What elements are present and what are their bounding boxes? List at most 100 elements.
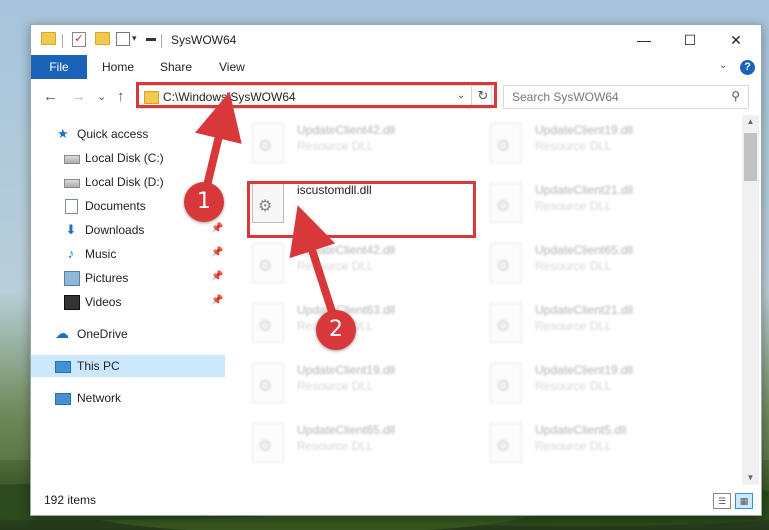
music-icon: ♪ <box>67 246 75 261</box>
file-name: UpdateClient42.dll <box>297 243 396 257</box>
pin-icon[interactable]: 📌 <box>211 223 223 234</box>
disk-icon <box>64 155 80 164</box>
tab-home[interactable]: Home <box>102 55 134 79</box>
dll-file-icon: ⚙ <box>490 123 522 163</box>
sidebar-item-label: This PC <box>77 359 120 373</box>
file-type: Resource DLL <box>297 139 374 153</box>
maximize-button[interactable]: ☐ <box>667 25 713 55</box>
tab-share[interactable]: Share <box>160 55 192 79</box>
divider <box>62 34 63 48</box>
details-view-icon[interactable]: ☰ <box>713 493 731 509</box>
sidebar-item-pictures[interactable]: Pictures 📌 <box>31 267 225 289</box>
file-name: UpdateClient65.dll <box>535 243 634 257</box>
search-box[interactable]: Search SysWOW64 ⚲ <box>503 85 749 109</box>
file-item[interactable]: ⚙ UpdateClient65.dll Resource DLL <box>490 243 720 291</box>
file-item[interactable]: ⚙ UpdateClient42.dll Resource DLL <box>252 123 482 171</box>
file-explorer-window: ✓ ▾ ▬ SysWOW64 — ☐ ✕ File Home Share Vie… <box>30 24 762 516</box>
file-name: UpdateClient21.dll <box>535 183 634 197</box>
file-item[interactable]: ⚙ UpdateClient42.dll Resource DLL <box>252 243 482 291</box>
properties-check-icon[interactable]: ✓ <box>72 32 86 47</box>
back-button[interactable]: ← <box>43 88 58 105</box>
sidebar-item-label: Network <box>77 391 122 405</box>
minimize-button[interactable]: — <box>621 25 667 55</box>
file-list: ⚙ UpdateClient42.dll Resource DLL ⚙ iscu… <box>228 115 742 485</box>
file-item[interactable]: ⚙ UpdateClient19.dll Resource DLL <box>490 123 720 171</box>
search-icon[interactable]: ⚲ <box>731 89 740 103</box>
disk-icon <box>64 179 80 188</box>
up-button[interactable]: ↑ <box>117 88 125 105</box>
quick-access-toolbar-menu-icon[interactable]: ▬ <box>146 33 156 44</box>
sidebar-item-label: Quick access <box>77 127 149 141</box>
sidebar-item-label: OneDrive <box>77 327 128 341</box>
sidebar-item-downloads[interactable]: ⬇ Downloads 📌 <box>31 219 225 241</box>
quick-access-customize-icon[interactable] <box>116 32 130 46</box>
scrollbar-thumb[interactable] <box>744 133 757 181</box>
file-type: Resource DLL <box>297 379 374 393</box>
file-item[interactable]: ⚙ UpdateClient19.dll Resource DLL <box>252 363 482 411</box>
file-item[interactable]: ⚙ UpdateClient5.dll Resource DLL <box>490 423 720 471</box>
sidebar-item-music[interactable]: ♪ Music 📌 <box>31 243 225 265</box>
sidebar-item-network[interactable]: Network <box>31 387 225 409</box>
dll-file-icon: ⚙ <box>252 123 284 163</box>
tab-file[interactable]: File <box>31 55 87 79</box>
folder-icon <box>41 32 56 45</box>
file-item[interactable]: ⚙ UpdateClient63.dll Resource DLL <box>252 303 482 351</box>
network-icon <box>55 393 71 405</box>
sidebar-item-local-disk-c[interactable]: Local Disk (C:) <box>31 147 225 169</box>
document-icon <box>65 199 78 214</box>
large-icons-view-icon[interactable]: ▦ <box>735 493 753 509</box>
file-type: Resource DLL <box>297 259 374 273</box>
sidebar-item-label: Documents <box>85 199 146 213</box>
navigation-pane: ★ Quick access Local Disk (C:) Local Dis… <box>31 115 227 485</box>
file-name: UpdateClient5.dll <box>535 423 627 437</box>
sidebar-item-label: Music <box>85 247 117 261</box>
sidebar-item-onedrive[interactable]: ☁ OneDrive <box>31 323 225 345</box>
sidebar-item-quick-access[interactable]: ★ Quick access <box>31 123 225 145</box>
file-item[interactable]: ⚙ UpdateClient65.dll Resource DLL <box>252 423 482 471</box>
item-count: 192 items <box>44 493 97 507</box>
navigation-bar: ← → ⌄ ↑ C:\Windows\SysWOW64 ⌄ ↻ Search S… <box>31 79 761 115</box>
recent-locations-chevron-icon[interactable]: ⌄ <box>97 90 106 103</box>
pin-icon[interactable]: 📌 <box>211 247 223 258</box>
file-name: UpdateClient21.dll <box>535 303 634 317</box>
file-item[interactable]: ⚙ UpdateClient21.dll Resource DLL <box>490 303 720 351</box>
dll-file-icon: ⚙ <box>252 423 284 463</box>
status-bar: 192 items ☰ ▦ <box>31 489 761 513</box>
expand-ribbon-chevron-icon[interactable]: ⌄ <box>719 60 727 71</box>
sidebar-item-videos[interactable]: Videos 📌 <box>31 291 225 313</box>
file-name: UpdateClient65.dll <box>297 423 396 437</box>
sidebar-item-this-pc[interactable]: This PC <box>31 355 225 377</box>
scroll-down-arrow-icon[interactable]: ▼ <box>742 471 759 485</box>
pin-icon[interactable]: 📌 <box>211 271 223 282</box>
sidebar-item-label: Local Disk (C:) <box>85 151 164 165</box>
file-item[interactable]: ⚙ UpdateClient21.dll Resource DLL <box>490 183 720 231</box>
sidebar-item-label: Videos <box>85 295 122 309</box>
search-placeholder: Search SysWOW64 <box>512 90 619 104</box>
step-2-badge: 2 <box>316 310 356 350</box>
this-pc-icon <box>55 361 71 373</box>
file-type: Resource DLL <box>535 259 612 273</box>
file-name: UpdateClient19.dll <box>535 363 634 377</box>
address-bar-highlight <box>136 82 497 108</box>
tab-view[interactable]: View <box>219 55 245 79</box>
new-folder-icon[interactable] <box>95 32 110 45</box>
pin-icon[interactable]: 📌 <box>211 295 223 306</box>
videos-icon <box>64 295 80 310</box>
sidebar-item-label: Pictures <box>85 271 129 285</box>
window-title: SysWOW64 <box>171 33 237 47</box>
close-button[interactable]: ✕ <box>713 25 759 55</box>
file-type: Resource DLL <box>535 439 612 453</box>
step-1-badge: 1 <box>184 182 224 222</box>
download-icon: ⬇ <box>65 222 77 237</box>
star-icon: ★ <box>57 126 69 141</box>
dll-file-icon: ⚙ <box>490 303 522 343</box>
chevron-down-icon[interactable]: ▾ <box>132 33 137 44</box>
forward-button[interactable]: → <box>71 88 86 105</box>
help-icon[interactable]: ? <box>740 60 755 75</box>
vertical-scrollbar[interactable]: ▲ ▼ <box>742 115 759 485</box>
dll-file-icon: ⚙ <box>490 183 522 223</box>
divider <box>161 34 162 48</box>
scroll-up-arrow-icon[interactable]: ▲ <box>742 115 759 129</box>
file-item[interactable]: ⚙ UpdateClient19.dll Resource DLL <box>490 363 720 411</box>
onedrive-icon: ☁ <box>55 325 69 341</box>
